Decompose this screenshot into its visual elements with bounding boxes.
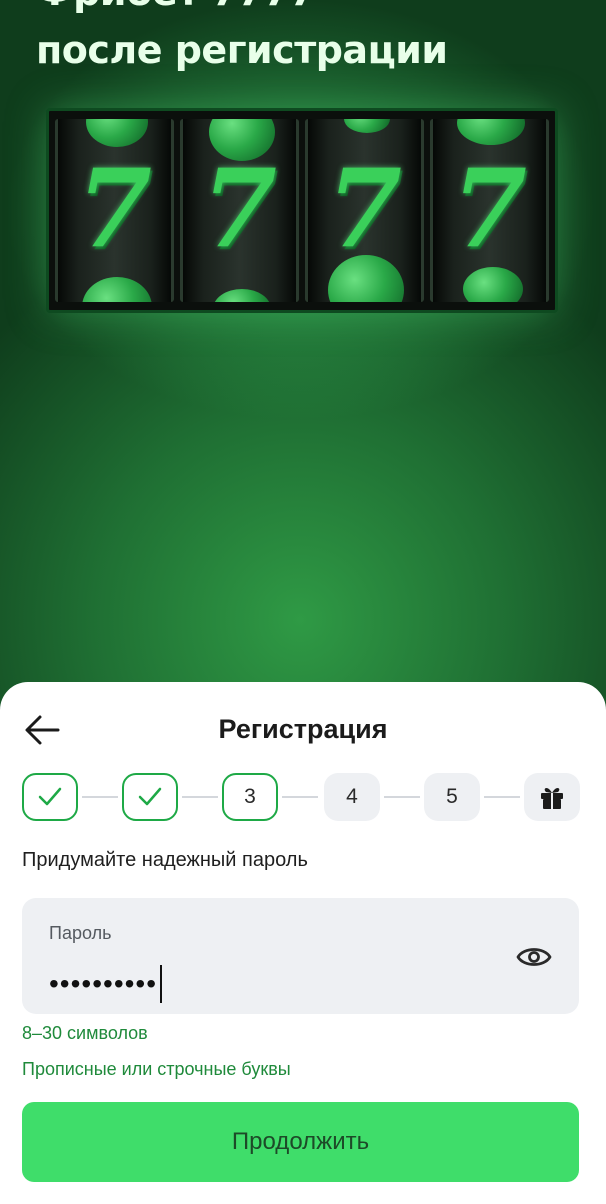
ball-icon <box>463 267 523 302</box>
password-label: Пароль <box>49 923 112 943</box>
step-gift <box>524 773 580 821</box>
ball-icon <box>82 277 152 302</box>
slot-machine: 7 7 7 7 <box>46 108 558 313</box>
slot-reel: 7 <box>180 119 299 302</box>
slot-reel: 7 <box>430 119 549 302</box>
continue-button[interactable]: Продолжить <box>22 1102 579 1182</box>
password-value: •••••••••• <box>49 968 158 999</box>
slot-reel: 7 <box>305 119 424 302</box>
eye-icon[interactable] <box>515 942 553 972</box>
step-connector <box>484 796 520 798</box>
registration-sheet: Регистрация 3 4 5 Придумайте надежный па… <box>0 682 606 1204</box>
gift-icon <box>541 787 563 809</box>
step-connector <box>82 796 118 798</box>
step-2 <box>122 773 178 821</box>
check-icon <box>38 787 62 806</box>
password-rule-case: Прописные или строчные буквы <box>22 1059 291 1079</box>
password-hint: Придумайте надежный пароль <box>22 849 308 871</box>
reel-digit: 7 <box>326 146 403 272</box>
password-input[interactable]: •••••••••• <box>49 962 163 1006</box>
password-rule-length: 8–30 символов <box>22 1023 148 1043</box>
ball-icon <box>213 289 271 302</box>
step-5: 5 <box>424 773 480 821</box>
ball-icon <box>457 119 525 145</box>
check-icon <box>138 787 162 806</box>
password-field[interactable]: Пароль •••••••••• <box>22 898 579 1014</box>
step-connector <box>384 796 420 798</box>
reel-digit: 7 <box>201 146 278 272</box>
ball-icon <box>344 119 390 133</box>
slot-reel: 7 <box>55 119 174 302</box>
promo-title: после регистрации <box>36 28 448 72</box>
reel-digit: 7 <box>451 146 528 272</box>
registration-stepper: 3 4 5 <box>22 773 582 821</box>
step-connector <box>182 796 218 798</box>
step-4: 4 <box>324 773 380 821</box>
ball-icon <box>86 119 148 147</box>
step-3: 3 <box>222 773 278 821</box>
promo-banner: Фрибет 7777 после регистрации 7 7 7 7 <box>0 0 606 740</box>
reel-digit: 7 <box>76 146 153 272</box>
promo-title-top: Фрибет 7777 <box>36 0 316 14</box>
page-title: Регистрация <box>218 714 388 744</box>
text-caret <box>160 965 163 1003</box>
step-connector <box>282 796 318 798</box>
step-1 <box>22 773 78 821</box>
